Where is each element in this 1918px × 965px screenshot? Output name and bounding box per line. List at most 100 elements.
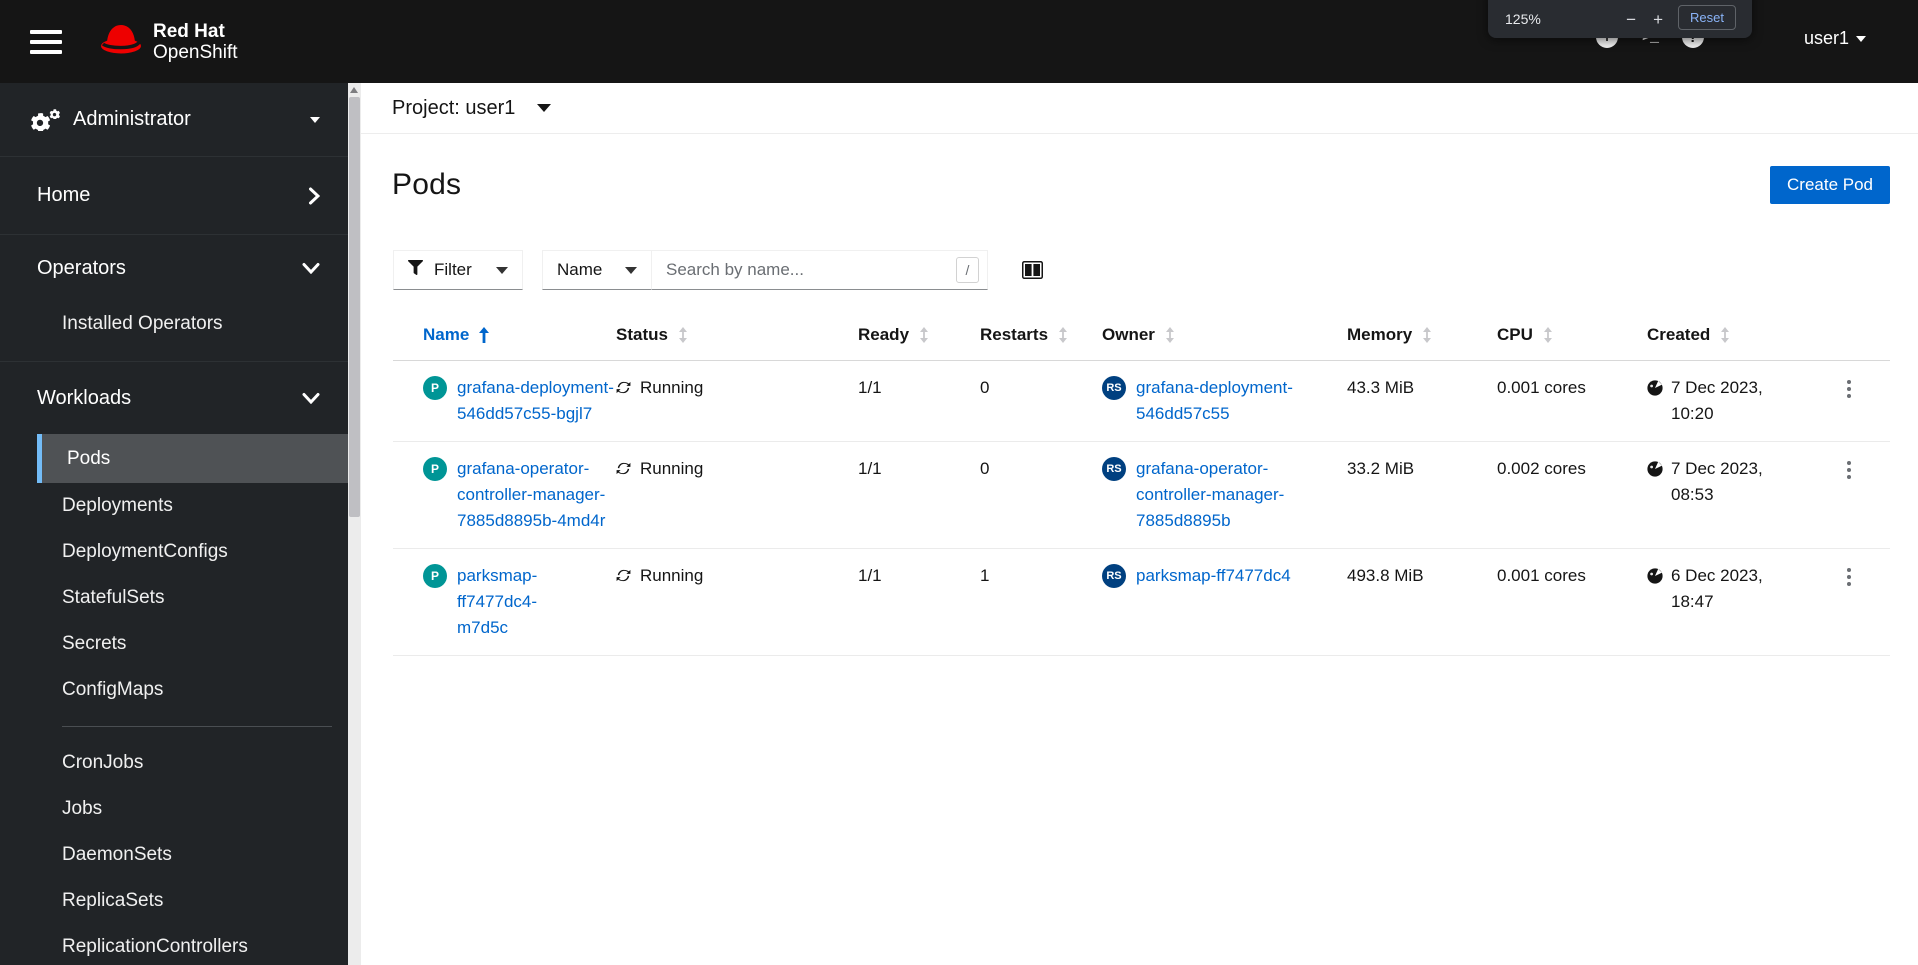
masthead: Red Hat OpenShift 125% − + Reset + >_ ? … — [0, 0, 1918, 83]
sidebar-divider — [62, 726, 332, 727]
gears-icon — [28, 108, 61, 131]
sidebar-nav: Administrator Home Operators Installed O… — [0, 83, 348, 965]
sort-icon — [678, 327, 687, 343]
sidebar-scrollbar[interactable] — [348, 83, 361, 965]
pod-cpu: 0.001 cores — [1497, 566, 1586, 585]
chevron-down-icon — [537, 104, 552, 112]
owner-link[interactable]: grafana-deployment- 546dd57c55 — [1136, 375, 1293, 427]
sidebar-item-deploymentconfigs[interactable]: DeploymentConfigs — [0, 529, 348, 575]
sidebar-item-jobs[interactable]: Jobs — [0, 786, 348, 832]
toolbar: Filter Name / — [393, 250, 1918, 290]
sidebar-item-replicasets[interactable]: ReplicaSets — [0, 878, 348, 924]
column-header-created[interactable]: Created — [1647, 325, 1816, 345]
hamburger-menu-icon[interactable] — [30, 29, 62, 54]
chevron-down-icon — [302, 392, 320, 404]
replicaset-badge: RS — [1102, 564, 1126, 588]
zoom-reset-button[interactable]: Reset — [1678, 5, 1736, 30]
pod-cpu: 0.001 cores — [1497, 378, 1586, 397]
column-header-ready[interactable]: Ready — [858, 325, 980, 345]
sidebar-item-home[interactable]: Home — [0, 157, 348, 235]
table-row: P parksmap-ff7477dc4- m7d5c Running 1/1 … — [393, 549, 1890, 656]
table-header-row: Name Status Ready Restarts Owner Memory … — [393, 315, 1890, 361]
globe-timestamp-icon — [1647, 380, 1663, 396]
main-content: Project: user1 Pods Create Pod Filter Na… — [361, 83, 1918, 965]
owner-link[interactable]: parksmap-ff7477dc4 — [1136, 563, 1291, 589]
pod-restarts: 0 — [980, 378, 990, 397]
pod-restarts: 0 — [980, 459, 990, 478]
sync-icon — [616, 462, 631, 475]
sort-icon — [1059, 327, 1068, 343]
filter-dropdown[interactable]: Filter — [393, 250, 523, 290]
sort-icon — [1423, 327, 1432, 343]
chevron-right-icon — [308, 187, 320, 205]
globe-timestamp-icon — [1647, 461, 1663, 477]
pod-ready: 1/1 — [858, 566, 882, 585]
perspective-switcher[interactable]: Administrator — [0, 83, 348, 157]
pod-created: 7 Dec 2023, 08:53 — [1671, 459, 1763, 504]
sidebar-item-deployments[interactable]: Deployments — [0, 483, 348, 529]
pod-name-link[interactable]: parksmap-ff7477dc4- m7d5c — [457, 563, 616, 641]
replicaset-badge: RS — [1102, 376, 1126, 400]
sidebar-item-installed-operators[interactable]: Installed Operators — [0, 301, 348, 347]
filter-dropdown-label: Filter — [434, 260, 472, 279]
sidebar-item-replicationcontrollers[interactable]: ReplicationControllers — [0, 924, 348, 965]
search-type-dropdown[interactable]: Name — [542, 250, 652, 290]
sync-icon — [616, 381, 631, 394]
scrollbar-thumb[interactable] — [349, 97, 360, 517]
sort-icon — [1721, 327, 1730, 343]
project-selector[interactable]: Project: user1 — [361, 83, 1918, 134]
column-header-cpu[interactable]: CPU — [1497, 325, 1647, 345]
zoom-out-button[interactable]: − — [1626, 11, 1636, 28]
sidebar-section-workloads: Workloads Pods Deployments DeploymentCon… — [0, 362, 348, 965]
chevron-down-icon — [1856, 35, 1867, 42]
zoom-level: 125% — [1505, 11, 1541, 27]
project-selector-label: Project: user1 — [392, 96, 516, 119]
sidebar-item-workloads[interactable]: Workloads — [0, 362, 348, 434]
sidebar-item-cronjobs[interactable]: CronJobs — [0, 740, 348, 786]
pod-status: Running — [640, 459, 704, 478]
chevron-down-icon — [302, 262, 320, 274]
chevron-down-icon — [496, 266, 508, 274]
pod-status: Running — [640, 378, 704, 397]
create-pod-button[interactable]: Create Pod — [1770, 166, 1890, 204]
pod-created: 7 Dec 2023, 10:20 — [1671, 378, 1763, 423]
sidebar-item-secrets[interactable]: Secrets — [0, 621, 348, 667]
search-type-label: Name — [557, 260, 603, 279]
sidebar-item-pods[interactable]: Pods — [37, 434, 348, 483]
pod-memory: 33.2 MiB — [1347, 459, 1415, 478]
pod-badge: P — [423, 564, 447, 588]
pod-name-link[interactable]: grafana-operator- controller-manager- 78… — [457, 456, 605, 534]
sidebar-item-configmaps[interactable]: ConfigMaps — [0, 667, 348, 713]
column-header-owner[interactable]: Owner — [1102, 325, 1347, 345]
scrollbar-up-arrow-icon[interactable] — [350, 87, 358, 93]
replicaset-badge: RS — [1102, 457, 1126, 481]
sidebar-item-statefulsets[interactable]: StatefulSets — [0, 575, 348, 621]
pod-ready: 1/1 — [858, 378, 882, 397]
pod-ready: 1/1 — [858, 459, 882, 478]
manage-columns-button[interactable] — [1022, 261, 1043, 279]
redhat-openshift-logo[interactable]: Red Hat OpenShift — [98, 21, 238, 63]
pod-name-link[interactable]: grafana-deployment- 546dd57c55-bgjl7 — [457, 375, 614, 427]
pod-badge: P — [423, 457, 447, 481]
perspective-label: Administrator — [73, 108, 191, 130]
column-header-memory[interactable]: Memory — [1347, 325, 1497, 345]
search-input[interactable] — [652, 250, 988, 290]
globe-timestamp-icon — [1647, 568, 1663, 584]
slash-shortcut-badge: / — [956, 257, 979, 283]
kebab-menu-button[interactable] — [1841, 563, 1857, 641]
zoom-in-button[interactable]: + — [1653, 11, 1663, 28]
browser-zoom-popup: 125% − + Reset — [1488, 0, 1752, 38]
column-header-restarts[interactable]: Restarts — [980, 325, 1102, 345]
pod-memory: 493.8 MiB — [1347, 566, 1424, 585]
sidebar-item-daemonsets[interactable]: DaemonSets — [0, 832, 348, 878]
column-header-status[interactable]: Status — [616, 325, 858, 345]
search-wrapper: / — [652, 250, 988, 290]
kebab-menu-button[interactable] — [1841, 375, 1857, 427]
kebab-menu-button[interactable] — [1841, 456, 1857, 534]
pod-status: Running — [640, 566, 704, 585]
sidebar-item-operators[interactable]: Operators — [0, 235, 348, 301]
owner-link[interactable]: grafana-operator- controller-manager- 78… — [1136, 456, 1284, 534]
column-header-name[interactable]: Name — [393, 325, 616, 345]
user-menu[interactable]: user1 — [1804, 28, 1867, 49]
pod-created: 6 Dec 2023, 18:47 — [1671, 566, 1763, 611]
